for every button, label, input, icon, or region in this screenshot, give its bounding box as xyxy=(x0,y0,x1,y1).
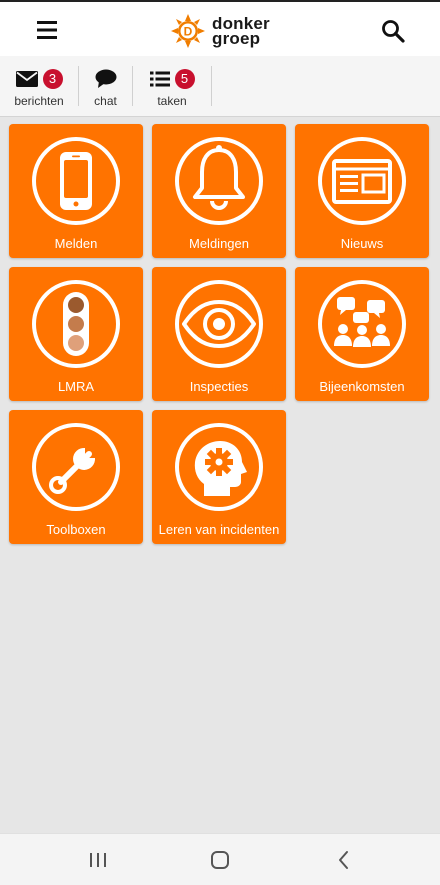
system-navigation-bar xyxy=(0,833,440,885)
svg-text:D: D xyxy=(184,25,193,39)
logo-wordmark: donker groep xyxy=(212,15,270,48)
tile-inspecties[interactable]: Inspecties xyxy=(152,267,286,401)
tile-toolboxen[interactable]: Toolboxen xyxy=(9,410,143,544)
taken-badge: 5 xyxy=(174,69,195,89)
app-header: D donker groep xyxy=(0,0,440,56)
berichten-badge: 3 xyxy=(42,69,63,89)
quick-toolbar: 3 berichten chat 5 taken xyxy=(0,56,440,117)
tile-label: Nieuws xyxy=(340,236,384,251)
back-icon[interactable] xyxy=(332,848,356,872)
home-icon[interactable] xyxy=(208,848,232,872)
tile-label: Toolboxen xyxy=(46,522,106,537)
smartphone-icon xyxy=(32,137,120,225)
tile-label: LMRA xyxy=(57,379,95,394)
tile-nieuws[interactable]: Nieuws xyxy=(295,124,429,258)
recent-apps-icon[interactable] xyxy=(86,848,110,872)
logo-line-2: groep xyxy=(212,29,261,48)
tile-label: Leren van incidenten xyxy=(158,522,280,537)
toolbar-label: berichten xyxy=(14,94,64,108)
toolbar-label: taken xyxy=(157,94,187,108)
toolbar-item-taken[interactable]: 5 taken xyxy=(133,56,211,116)
wrench-icon xyxy=(32,423,120,511)
newspaper-icon xyxy=(318,137,406,225)
tile-leren-van-incidenten[interactable]: Leren van incidenten xyxy=(152,410,286,544)
tile-bijeenkomsten[interactable]: Bijeenkomsten xyxy=(295,267,429,401)
tile-label: Melden xyxy=(54,236,98,251)
search-icon[interactable] xyxy=(380,18,406,44)
tile-label: Inspecties xyxy=(189,379,249,394)
tile-meldingen[interactable]: Meldingen xyxy=(152,124,286,258)
list-icon xyxy=(149,71,170,87)
meeting-icon xyxy=(318,280,406,368)
traffic-light-icon xyxy=(32,280,120,368)
eye-icon xyxy=(175,280,263,368)
head-gear-icon xyxy=(175,423,263,511)
toolbar-item-chat[interactable]: chat xyxy=(79,56,132,116)
toolbar-label: chat xyxy=(94,94,117,108)
tile-melden[interactable]: Melden xyxy=(9,124,143,258)
envelope-icon xyxy=(15,71,38,87)
tile-label: Bijeenkomsten xyxy=(319,379,405,394)
bell-icon xyxy=(175,137,263,225)
toolbar-divider xyxy=(211,66,212,106)
donker-groep-logo: D donker groep xyxy=(170,12,270,50)
speech-bubble-icon xyxy=(95,69,116,88)
tile-lmra[interactable]: LMRA xyxy=(9,267,143,401)
module-grid: Melden Meldingen Nieuws LMRA Inspecties … xyxy=(9,124,429,544)
toolbar-item-berichten[interactable]: 3 berichten xyxy=(0,56,78,116)
tile-label: Meldingen xyxy=(189,236,249,251)
hamburger-menu-icon[interactable] xyxy=(34,19,60,41)
sun-logo-icon: D xyxy=(171,14,205,48)
